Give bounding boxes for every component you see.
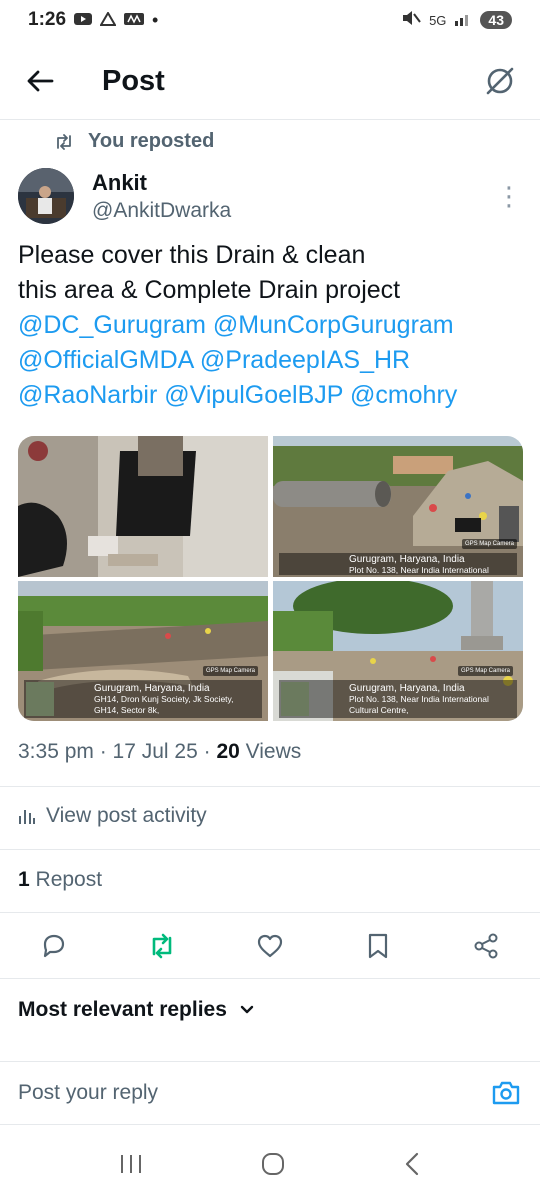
reply-button[interactable]	[39, 931, 69, 961]
gps-badge: GPS Map Camera	[457, 666, 513, 676]
repost-label: Repost	[29, 868, 103, 891]
geo-address: GH14, Dron Kunj Society, Jk Society, GH1…	[94, 694, 234, 715]
divider	[0, 119, 540, 120]
reply-icon	[43, 934, 65, 958]
recent-apps-icon	[121, 1154, 141, 1173]
media-photo-drain[interactable]	[18, 436, 268, 577]
divider	[0, 786, 540, 787]
mention-link[interactable]: @DC_Gurugram	[18, 311, 206, 339]
geo-thumbnail	[281, 682, 309, 716]
repost-context: You reposted	[54, 130, 214, 153]
system-nav-bar	[0, 1140, 540, 1192]
action-bar	[0, 915, 540, 977]
camera-button[interactable]	[490, 1077, 522, 1109]
back-arrow-icon	[27, 70, 54, 92]
geo-overlay: Gurugram, Haryana, India Plot No. 138, N…	[279, 680, 517, 718]
mention-link[interactable]: @PradeepIAS_HR	[200, 346, 410, 374]
geo-overlay: Gurugram, Haryana, India Plot No. 138, N…	[279, 553, 517, 577]
signal-icon	[454, 10, 472, 31]
repost-stats[interactable]: 1 Repost	[18, 868, 102, 892]
geo-title: Gurugram, Haryana, India	[349, 554, 465, 565]
avatar[interactable]	[18, 168, 74, 224]
view-activity-link[interactable]: View post activity	[18, 804, 207, 828]
views-count: 20	[216, 740, 240, 763]
like-button[interactable]	[255, 931, 285, 961]
geo-thumbnail	[26, 682, 54, 716]
post-author: Ankit @AnkitDwarka ⋮	[18, 166, 522, 226]
gps-badge: GPS Map Camera	[461, 539, 517, 549]
reply-composer: Post your reply	[0, 1062, 540, 1124]
system-back-button[interactable]	[402, 1151, 422, 1182]
divider	[0, 978, 540, 979]
divider	[0, 849, 540, 850]
reply-input[interactable]: Post your reply	[18, 1081, 158, 1105]
gps-badge: GPS Map Camera	[202, 666, 258, 676]
bookmark-icon	[368, 933, 388, 959]
heart-icon	[257, 934, 283, 958]
mention-link[interactable]: @VipulGoelBJP	[164, 381, 343, 409]
repost-context-label: You reposted	[88, 130, 215, 152]
geo-overlay: Gurugram, Haryana, India GH14, Dron Kunj…	[24, 680, 262, 718]
repost-count: 1	[18, 868, 30, 891]
author-handle[interactable]: @AnkitDwarka	[92, 199, 231, 223]
share-button[interactable]	[471, 931, 501, 961]
repost-icon	[152, 933, 172, 959]
mention-link[interactable]: @OfficialGMDA	[18, 346, 193, 374]
youtube-icon	[74, 10, 93, 31]
mention-link[interactable]: @MunCorpGurugram	[213, 311, 454, 339]
author-display-name[interactable]: Ankit	[92, 170, 231, 196]
media-photo-pillar[interactable]: Gurugram, Haryana, India Plot No. 138, N…	[273, 581, 523, 721]
back-button[interactable]	[20, 61, 60, 101]
replies-sort-dropdown[interactable]: Most relevant replies	[18, 998, 255, 1022]
app-icon	[124, 10, 145, 31]
geo-title: Gurugram, Haryana, India	[349, 683, 465, 694]
page-title: Post	[102, 64, 165, 97]
post-text: Please cover this Drain & clean this are…	[18, 238, 522, 413]
media-photo-field[interactable]: Gurugram, Haryana, India GH14, Dron Kunj…	[18, 581, 268, 721]
mute-icon	[401, 10, 421, 31]
camera-icon	[492, 1081, 520, 1105]
media-grid: GPS Map Camera Gurugram, Haryana, India …	[18, 436, 523, 721]
media-photo-pipes[interactable]: GPS Map Camera Gurugram, Haryana, India …	[273, 436, 523, 577]
geo-address: Plot No. 138, Near India International C…	[349, 694, 489, 715]
chevron-down-icon	[240, 1005, 254, 1014]
geo-title: Gurugram, Haryana, India	[94, 683, 210, 694]
home-button[interactable]	[260, 1151, 286, 1182]
divider	[0, 1124, 540, 1125]
recent-apps-button[interactable]	[118, 1153, 144, 1180]
share-icon	[474, 933, 498, 959]
more-options-icon[interactable]: ⋮	[496, 183, 522, 209]
replies-sort-label: Most relevant replies	[18, 998, 227, 1021]
geo-address: Plot No. 138, Near India International C…	[349, 565, 489, 577]
views-label: Views	[239, 740, 302, 763]
grok-icon	[486, 67, 514, 95]
system-back-icon	[405, 1152, 419, 1175]
mention-link[interactable]: @RaoNarbir	[18, 381, 157, 409]
notification-icon	[99, 10, 117, 31]
divider	[0, 912, 540, 913]
status-bar: 1:26 • 5G 43	[0, 0, 540, 40]
grok-button[interactable]	[480, 61, 520, 101]
repost-button[interactable]	[147, 931, 177, 961]
post-timestamp: 3:35 pm · 17 Jul 25 · 20 Views	[18, 740, 301, 764]
network-label: 5G	[429, 12, 447, 28]
home-icon	[262, 1152, 284, 1175]
battery-indicator: 43	[480, 11, 512, 29]
analytics-icon	[19, 810, 35, 824]
status-time: 1:26	[28, 9, 67, 30]
view-activity-label: View post activity	[46, 804, 207, 827]
mention-link[interactable]: @cmohry	[350, 381, 457, 409]
post-text-line: Please cover this Drain & clean	[18, 241, 366, 269]
post-text-line: this area & Complete Drain project	[18, 276, 401, 304]
repost-small-icon	[57, 133, 71, 150]
bookmark-button[interactable]	[363, 931, 393, 961]
top-bar: Post	[0, 50, 540, 112]
timestamp-text: 3:35 pm · 17 Jul 25 ·	[18, 740, 217, 763]
dot-icon: •	[152, 9, 159, 30]
